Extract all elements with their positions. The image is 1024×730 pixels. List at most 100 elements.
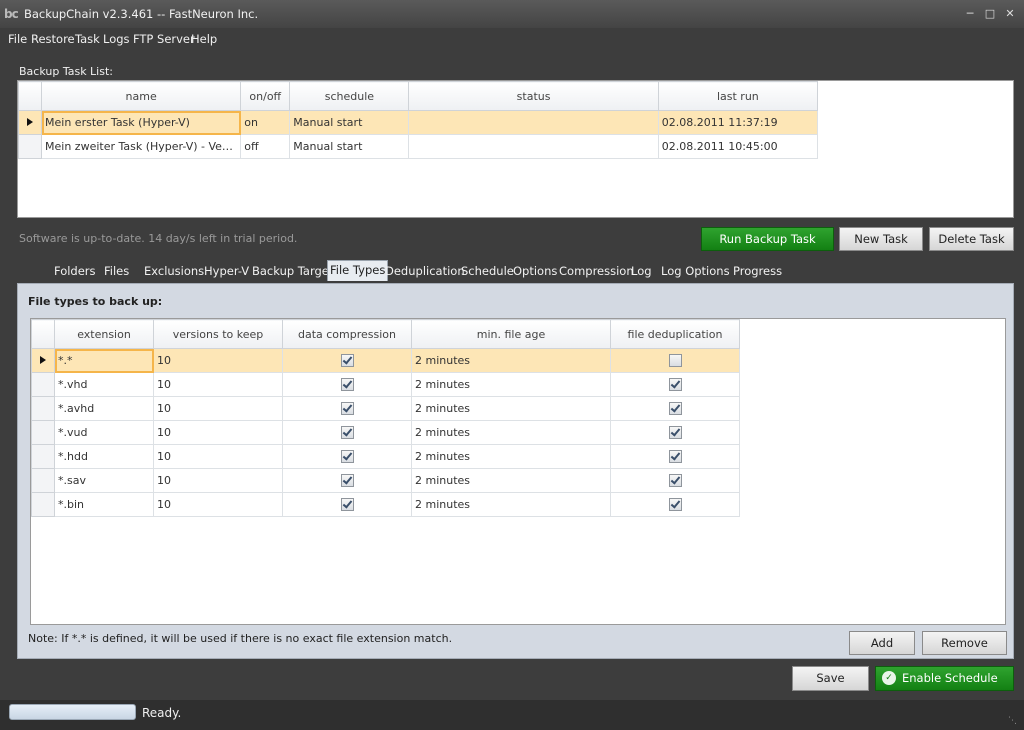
menu-task[interactable]: Task	[75, 32, 100, 46]
table-row[interactable]: *.vud 10 2 minutes	[31, 420, 740, 445]
versions-cell[interactable]: 10	[153, 348, 283, 373]
versions-cell[interactable]: 10	[153, 420, 283, 445]
task-schedule-cell[interactable]: Manual start	[289, 134, 410, 159]
tab-file-types[interactable]: File Types	[327, 260, 389, 281]
tab-deduplication[interactable]: Deduplication	[385, 264, 465, 278]
min-age-cell[interactable]: 2 minutes	[411, 372, 611, 397]
versions-cell[interactable]: 10	[153, 492, 283, 517]
min-age-cell[interactable]: 2 minutes	[411, 444, 611, 469]
column-header-min-age[interactable]: min. file age	[411, 319, 611, 349]
menu-ftp-server[interactable]: FTP Server	[133, 32, 195, 46]
table-row[interactable]: Mein zweiter Task (Hyper-V) - Versch… of…	[17, 134, 819, 159]
column-header-deduplication[interactable]: file deduplication	[610, 319, 740, 349]
menu-help[interactable]: Help	[191, 32, 217, 46]
task-status-cell[interactable]	[408, 110, 659, 135]
row-header[interactable]	[31, 420, 55, 445]
compression-cell[interactable]	[282, 372, 412, 397]
tab-files[interactable]: Files	[104, 264, 129, 278]
row-header[interactable]	[17, 134, 43, 159]
extension-cell[interactable]: *.*	[54, 348, 154, 373]
tab-compression[interactable]: Compression	[559, 264, 634, 278]
column-header-compression[interactable]: data compression	[282, 319, 412, 349]
column-header-schedule[interactable]: schedule	[289, 81, 410, 111]
deduplication-checkbox[interactable]	[668, 354, 682, 368]
extension-cell[interactable]: *.sav	[54, 468, 154, 493]
table-row[interactable]: Mein erster Task (Hyper-V) on Manual sta…	[17, 110, 819, 135]
min-age-cell[interactable]: 2 minutes	[411, 468, 611, 493]
add-button[interactable]: Add	[849, 631, 915, 655]
table-row[interactable]: *.vhd 10 2 minutes	[31, 372, 740, 397]
row-header[interactable]	[31, 396, 55, 421]
run-backup-task-button[interactable]: Run Backup Task	[701, 227, 834, 251]
compression-cell[interactable]	[282, 492, 412, 517]
compression-checkbox[interactable]	[340, 402, 354, 416]
table-row[interactable]: *.avhd 10 2 minutes	[31, 396, 740, 421]
extension-cell[interactable]: *.bin	[54, 492, 154, 517]
compression-cell[interactable]	[282, 468, 412, 493]
deduplication-cell[interactable]	[610, 372, 740, 397]
compression-checkbox[interactable]	[340, 498, 354, 512]
tab-backup-target[interactable]: Backup Target	[252, 264, 333, 278]
compression-cell[interactable]	[282, 396, 412, 421]
compression-checkbox[interactable]	[340, 474, 354, 488]
row-header[interactable]	[31, 492, 55, 517]
column-header-last-run[interactable]: last run	[657, 81, 819, 111]
delete-task-button[interactable]: Delete Task	[929, 227, 1014, 251]
tab-log-options[interactable]: Log Options	[661, 264, 730, 278]
row-header[interactable]	[31, 372, 55, 397]
compression-cell[interactable]	[282, 420, 412, 445]
task-last-run-cell[interactable]: 02.08.2011 11:37:19	[657, 110, 819, 135]
minimize-icon[interactable]: ─	[962, 6, 978, 22]
menu-logs[interactable]: Logs	[103, 32, 130, 46]
column-header-status[interactable]: status	[408, 81, 659, 111]
tab-options[interactable]: Options	[513, 264, 557, 278]
compression-checkbox[interactable]	[340, 354, 354, 368]
tab-folders[interactable]: Folders	[54, 264, 96, 278]
close-icon[interactable]: ✕	[1002, 6, 1018, 22]
task-status-cell[interactable]	[408, 134, 659, 159]
versions-cell[interactable]: 10	[153, 444, 283, 469]
min-age-cell[interactable]: 2 minutes	[411, 396, 611, 421]
min-age-cell[interactable]: 2 minutes	[411, 420, 611, 445]
deduplication-cell[interactable]	[610, 348, 740, 373]
deduplication-cell[interactable]	[610, 396, 740, 421]
deduplication-cell[interactable]	[610, 444, 740, 469]
compression-checkbox[interactable]	[340, 426, 354, 440]
save-button[interactable]: Save	[792, 666, 869, 691]
extension-cell[interactable]: *.avhd	[54, 396, 154, 421]
deduplication-checkbox[interactable]	[668, 450, 682, 464]
min-age-cell[interactable]: 2 minutes	[411, 348, 611, 373]
task-schedule-cell[interactable]: Manual start	[289, 110, 410, 135]
compression-cell[interactable]	[282, 348, 412, 373]
deduplication-checkbox[interactable]	[668, 402, 682, 416]
deduplication-checkbox[interactable]	[668, 474, 682, 488]
versions-cell[interactable]: 10	[153, 372, 283, 397]
tab-exclusions[interactable]: Exclusions	[144, 264, 204, 278]
versions-cell[interactable]: 10	[153, 396, 283, 421]
deduplication-checkbox[interactable]	[668, 378, 682, 392]
column-header-extension[interactable]: extension	[54, 319, 154, 349]
column-header-versions[interactable]: versions to keep	[153, 319, 283, 349]
extension-cell[interactable]: *.vhd	[54, 372, 154, 397]
tab-schedule[interactable]: Schedule	[461, 264, 514, 278]
menu-restore[interactable]: Restore	[31, 32, 75, 46]
row-header[interactable]	[31, 468, 55, 493]
column-header-name[interactable]: name	[41, 81, 242, 111]
row-header[interactable]	[17, 110, 43, 135]
table-row[interactable]: *.hdd 10 2 minutes	[31, 444, 740, 469]
task-onoff-cell[interactable]: off	[240, 134, 291, 159]
deduplication-cell[interactable]	[610, 492, 740, 517]
task-name-cell[interactable]: Mein zweiter Task (Hyper-V) - Versch…	[41, 134, 242, 159]
remove-button[interactable]: Remove	[922, 631, 1007, 655]
deduplication-cell[interactable]	[610, 468, 740, 493]
deduplication-checkbox[interactable]	[668, 426, 682, 440]
maximize-icon[interactable]: □	[982, 6, 998, 22]
task-last-run-cell[interactable]: 02.08.2011 10:45:00	[657, 134, 819, 159]
min-age-cell[interactable]: 2 minutes	[411, 492, 611, 517]
enable-schedule-button[interactable]: ✓ Enable Schedule	[875, 666, 1014, 691]
task-onoff-cell[interactable]: on	[240, 110, 291, 135]
deduplication-checkbox[interactable]	[668, 498, 682, 512]
table-row[interactable]: *.* 10 2 minutes	[31, 348, 740, 373]
column-header-onoff[interactable]: on/off	[240, 81, 291, 111]
resize-grip-icon[interactable]: ⋱	[1008, 716, 1020, 728]
